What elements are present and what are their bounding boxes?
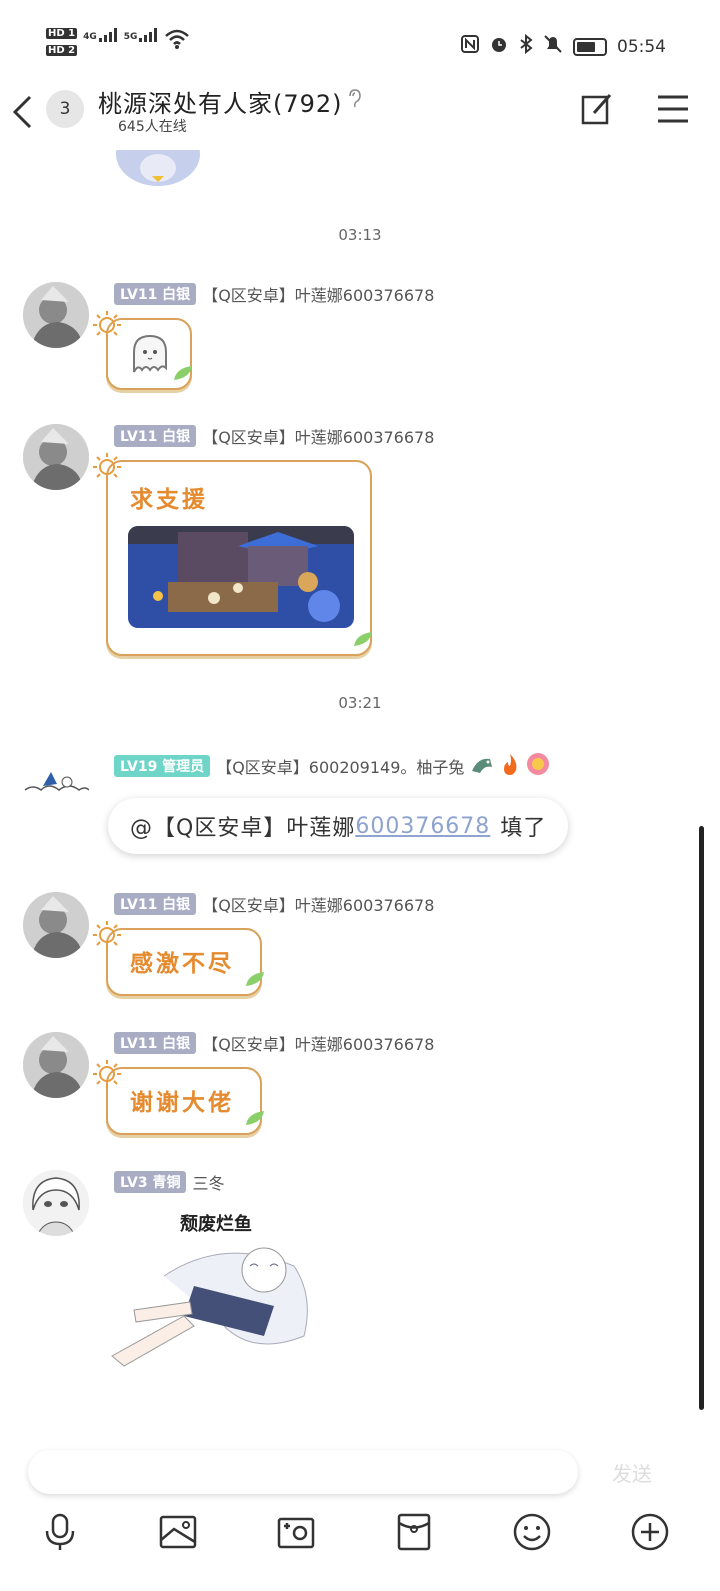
- emoji-button[interactable]: [512, 1512, 552, 1552]
- message-text: 感激不尽: [130, 951, 234, 977]
- wifi-icon: [164, 28, 190, 53]
- level-badge: LV3 青铜: [114, 1171, 187, 1193]
- message-bubble[interactable]: 求支援: [106, 460, 372, 656]
- alarm-icon: [489, 34, 509, 59]
- sun-icon: [93, 311, 121, 339]
- sender-name[interactable]: 三冬: [192, 1170, 224, 1194]
- menu-button[interactable]: [656, 94, 690, 128]
- bluetooth-icon: [519, 33, 533, 59]
- signal-5g-icon: 5G: [124, 28, 159, 42]
- sender-line: LV11 白银 【Q区安卓】叶莲娜600376678: [114, 892, 434, 916]
- level-badge: LV11 白银: [114, 283, 197, 305]
- ear-icon: [346, 88, 362, 115]
- avatar[interactable]: [23, 424, 89, 490]
- mention-message[interactable]: @【Q区安卓】叶莲娜 600376678 填了: [108, 798, 569, 854]
- edit-button[interactable]: [580, 92, 614, 130]
- fire-icon: [500, 752, 520, 780]
- message-bubble[interactable]: 感激不尽: [106, 928, 262, 996]
- camera-button[interactable]: [276, 1512, 316, 1552]
- mention-text[interactable]: @【Q区安卓】叶莲娜: [130, 810, 355, 842]
- scrollbar[interactable]: [699, 826, 704, 1410]
- leaf-icon: [246, 1111, 264, 1125]
- microphone-icon: [45, 1513, 75, 1550]
- status-bar: HD 1 HD 2 4G 5G 05:54: [0, 0, 720, 84]
- dragon-icon: [470, 753, 494, 779]
- sun-icon: [93, 1060, 121, 1088]
- timestamp: 03:13: [338, 226, 382, 244]
- sun-icon: [93, 921, 121, 949]
- online-count: 645人在线: [118, 119, 187, 135]
- message-text: 求支援: [130, 487, 208, 513]
- sticker-image[interactable]: 颓废烂鱼: [104, 1206, 328, 1376]
- attached-image[interactable]: [128, 526, 354, 628]
- sender-name[interactable]: 【Q区安卓】叶莲娜600376678: [202, 424, 434, 448]
- red-packet-icon: [397, 1513, 431, 1551]
- level-badge: LV11 白银: [114, 1032, 197, 1054]
- timestamp: 03:21: [338, 694, 382, 712]
- sender-line: LV3 青铜 三冬: [114, 1170, 224, 1194]
- leaf-icon: [354, 632, 372, 646]
- avatar[interactable]: [23, 1032, 89, 1098]
- sender-line: LV11 白银 【Q区安卓】叶莲娜600376678: [114, 1031, 434, 1055]
- scrolled-sticker[interactable]: [110, 150, 206, 188]
- admin-badge: LV19 管理员: [114, 755, 211, 777]
- hd-1-label: HD 1: [46, 28, 78, 39]
- network-indicators: HD 1 HD 2 4G 5G: [46, 28, 190, 56]
- message-bubble[interactable]: 谢谢大佬: [106, 1067, 262, 1135]
- avatar[interactable]: [23, 282, 89, 348]
- chevron-left-icon: [12, 95, 32, 129]
- avatar[interactable]: [23, 760, 90, 800]
- system-indicators: 05:54: [461, 33, 666, 59]
- camera-icon: [277, 1517, 315, 1549]
- mention-id-link[interactable]: 600376678: [355, 814, 490, 839]
- flower-icon: [526, 752, 550, 780]
- sender-line: LV19 管理员 【Q区安卓】600209149。柚子兔: [114, 752, 550, 780]
- image-button[interactable]: [158, 1512, 198, 1552]
- level-badge: LV11 白银: [114, 893, 197, 915]
- sun-icon: [93, 453, 121, 481]
- voice-button[interactable]: [40, 1512, 80, 1552]
- hd-2-label: HD 2: [46, 45, 78, 56]
- ghost-icon: [133, 334, 167, 373]
- avatar[interactable]: [23, 1170, 89, 1236]
- sender-line: LV11 白银 【Q区安卓】叶莲娜600376678: [114, 282, 434, 306]
- edit-icon: [581, 94, 612, 125]
- image-icon: [159, 1515, 197, 1549]
- sender-name[interactable]: 【Q区安卓】600209149。柚子兔: [216, 754, 464, 778]
- sender-name[interactable]: 【Q区安卓】叶莲娜600376678: [202, 282, 434, 306]
- more-button[interactable]: [630, 1512, 670, 1552]
- page-title[interactable]: 桃源深处有人家(792): [98, 84, 343, 119]
- emoji-icon: [513, 1513, 551, 1551]
- back-button[interactable]: [10, 95, 36, 129]
- level-badge: LV11 白银: [114, 425, 197, 447]
- unread-badge[interactable]: 3: [46, 90, 84, 128]
- send-button[interactable]: 发送: [612, 1458, 652, 1487]
- sender-name[interactable]: 【Q区安卓】叶莲娜600376678: [202, 1031, 434, 1055]
- leaf-icon: [174, 366, 192, 380]
- mute-icon: [543, 34, 563, 59]
- message-input[interactable]: [28, 1450, 578, 1494]
- red-packet-button[interactable]: [394, 1512, 434, 1552]
- signal-4g-icon: 4G: [83, 28, 118, 42]
- sender-line: LV11 白银 【Q区安卓】叶莲娜600376678: [114, 424, 434, 448]
- sender-name[interactable]: 【Q区安卓】叶莲娜600376678: [202, 892, 434, 916]
- hamburger-icon: [658, 95, 688, 123]
- plus-icon: [631, 1513, 669, 1551]
- clock: 05:54: [617, 36, 666, 57]
- message-text: 谢谢大佬: [130, 1090, 234, 1116]
- leaf-icon: [246, 972, 264, 986]
- nfc-icon: [461, 35, 479, 58]
- message-text: 填了: [500, 816, 547, 841]
- sticker-caption: 颓废烂鱼: [180, 1214, 252, 1235]
- avatar[interactable]: [23, 892, 89, 958]
- battery-icon: [573, 37, 607, 56]
